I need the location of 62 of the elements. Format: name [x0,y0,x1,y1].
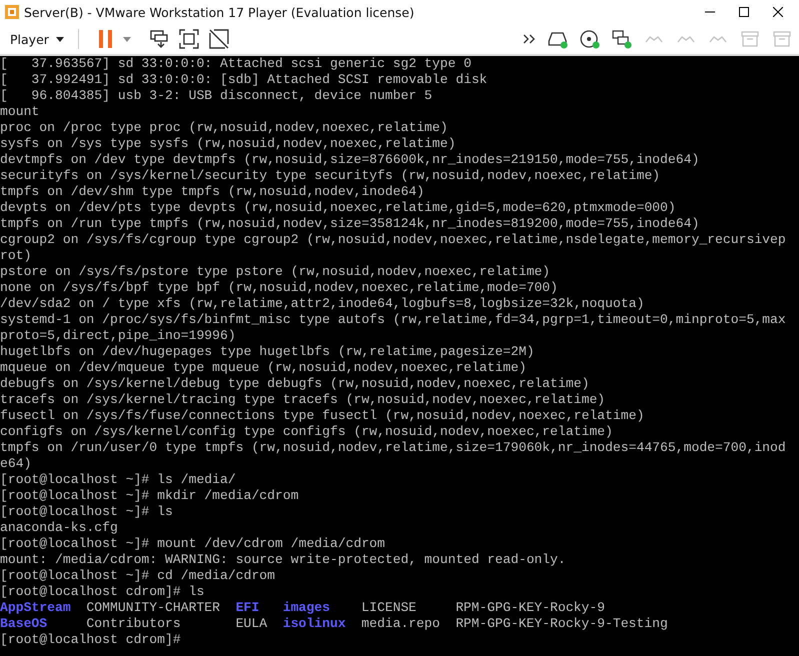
file-name: LICENSE [361,600,416,615]
terminal-line: devpts on /dev/pts type devpts (rw,nosuid,noexec,relatime,gid=5,mode=620,ptmxmode=000) [0,200,676,216]
disc-icon[interactable] [579,29,601,49]
terminal-line: [ 96.804385] usb 3-2: USB disconnect, device number 5 [0,88,432,104]
terminal-line: e64) [0,456,32,472]
terminal-line: /dev/sda2 on / type xfs (rw,relatime,attr2,inode64,logbufs=8,logbsize=32k,noquota) [0,296,644,312]
terminal-line: tmpfs on /run/user/0 type tmpfs (rw,nosuid,nodev,relatime,size=179060k,nr_inodes=44765,mode=700,inod [0,440,786,456]
pause-icon[interactable] [98,30,113,48]
player-menu[interactable]: Player [6,30,68,48]
terminal-line: rot) [0,248,32,264]
terminal-line: none on /sys/fs/bpf type bpf (rw,nosuid,nodev,noexec,relatime,mode=700) [0,280,558,296]
terminal-line: configfs on /sys/kernel/config type configfs (rw,nosuid,nodev,noexec,relatime) [0,424,613,440]
terminal-line: [root@localhost ~]# mkdir /media/cdrom [0,488,299,504]
terminal-line: tmpfs on /dev/shm type tmpfs (rw,nosuid,nodev,inode64) [0,184,424,200]
directory-name: EFI [236,600,260,615]
file-name: RPM-GPG-KEY-Rocky-9 [456,600,605,615]
terminal-line: tmpfs on /run type tmpfs (rw,nosuid,nodev,size=358124k,nr_inodes=819200,mode=755,inode64) [0,216,700,232]
terminal-line: cgroup2 on /sys/fs/cgroup type cgroup2 (rw,nosuid,nodev,noexec,relatime,nsdelegate,memory_recursivep [0,232,786,248]
terminal-line: devtmpfs on /dev type devtmpfs (rw,nosuid,size=876600k,nr_inodes=219150,mode=755,inode64) [0,152,700,168]
terminal-line: [ 37.992491] sd 33:0:0:0: [sdb] Attached SCSI removable disk [0,72,488,88]
terminal-line: fusectl on /sys/fs/fuse/connections type fusectl (rw,nosuid,nodev,noexec,relatime) [0,408,644,424]
terminal-line: anaconda-ks.cfg [0,520,118,536]
terminal-line: [root@localhost ~]# ls /media/ [0,472,236,488]
terminal-line: pstore on /sys/fs/pstore type pstore (rw,nosuid,nodev,noexec,relatime) [0,264,550,280]
fullscreen-icon[interactable] [178,29,199,49]
terminal-line: [root@localhost cdrom]# [0,632,181,648]
terminal-line: [ 37.963567] sd 33:0:0:0: Attached scsi generic sg2 type 0 [0,56,472,72]
terminal-line: mqueue on /dev/mqueue type mqueue (rw,nosuid,nodev,noexec,relatime) [0,360,526,376]
window-title: Server(B) - VMware Workstation 17 Player (Evaluation license) [24,4,414,20]
terminal-line: systemd-1 on /proc/sys/fs/binfmt_misc type autofs (rw,relatime,fd=34,pgrp=1,timeout=0,minproto=5,max [0,312,786,328]
close-icon[interactable] [773,7,783,17]
directory-name: BaseOS [0,616,48,631]
file-name: media.repo [361,616,440,631]
send-keys-icon[interactable] [148,29,169,49]
file-name: COMMUNITY-CHARTER [86,600,220,615]
maximize-icon[interactable] [739,7,749,17]
directory-name: isolinux [282,616,346,631]
terminal[interactable] [0,56,799,656]
terminal-line: proc on /proc type proc (rw,nosuid,nodev,noexec,relatime) [0,120,448,136]
more-icon[interactable] [523,34,537,44]
terminal-line: [root@localhost cdrom]# ls [0,584,204,600]
caret-icon [56,36,64,42]
unity-icon[interactable] [208,29,229,49]
terminal-line: [root@localhost ~]# cd /media/cdrom [0,568,276,584]
terminal-line: [root@localhost ~]# ls [0,504,173,520]
app-icon [4,4,20,20]
terminal-line: hugetlbfs on /dev/hugepages type hugetlbfs (rw,relatime,pagesize=2M) [0,344,534,360]
terminal-line: tracefs on /sys/kernel/tracing type tracefs (rw,nosuid,nodev,noexec,relatime) [0,392,606,408]
terminal-line: [root@localhost ~]# mount /dev/cdrom /media/cdrom [0,536,386,552]
caret-icon[interactable] [122,36,131,42]
network-icon[interactable] [611,29,633,49]
directory-name: AppStream [0,600,71,615]
terminal-line: debugfs on /sys/kernel/debug type debugfs (rw,nosuid,nodev,noexec,relatime) [0,376,590,392]
terminal-line: proto=5,direct,pipe_ino=19996) [0,328,236,344]
file-name: Contributors [86,616,181,631]
directory-name: images [282,600,330,615]
file-name: EULA [236,616,268,631]
terminal-line: mount: /media/cdrom: WARNING: source write-protected, mounted read-only. [0,552,566,568]
terminal-line: sysfs on /sys type sysfs (rw,nosuid,nodev,noexec,relatime) [0,136,456,152]
terminal-line: securityfs on /sys/kernel/security type securityfs (rw,nosuid,nodev,noexec,relatime) [0,168,660,184]
file-name: RPM-GPG-KEY-Rocky-9-Testing [456,616,668,631]
terminal-line: mount [0,104,40,120]
